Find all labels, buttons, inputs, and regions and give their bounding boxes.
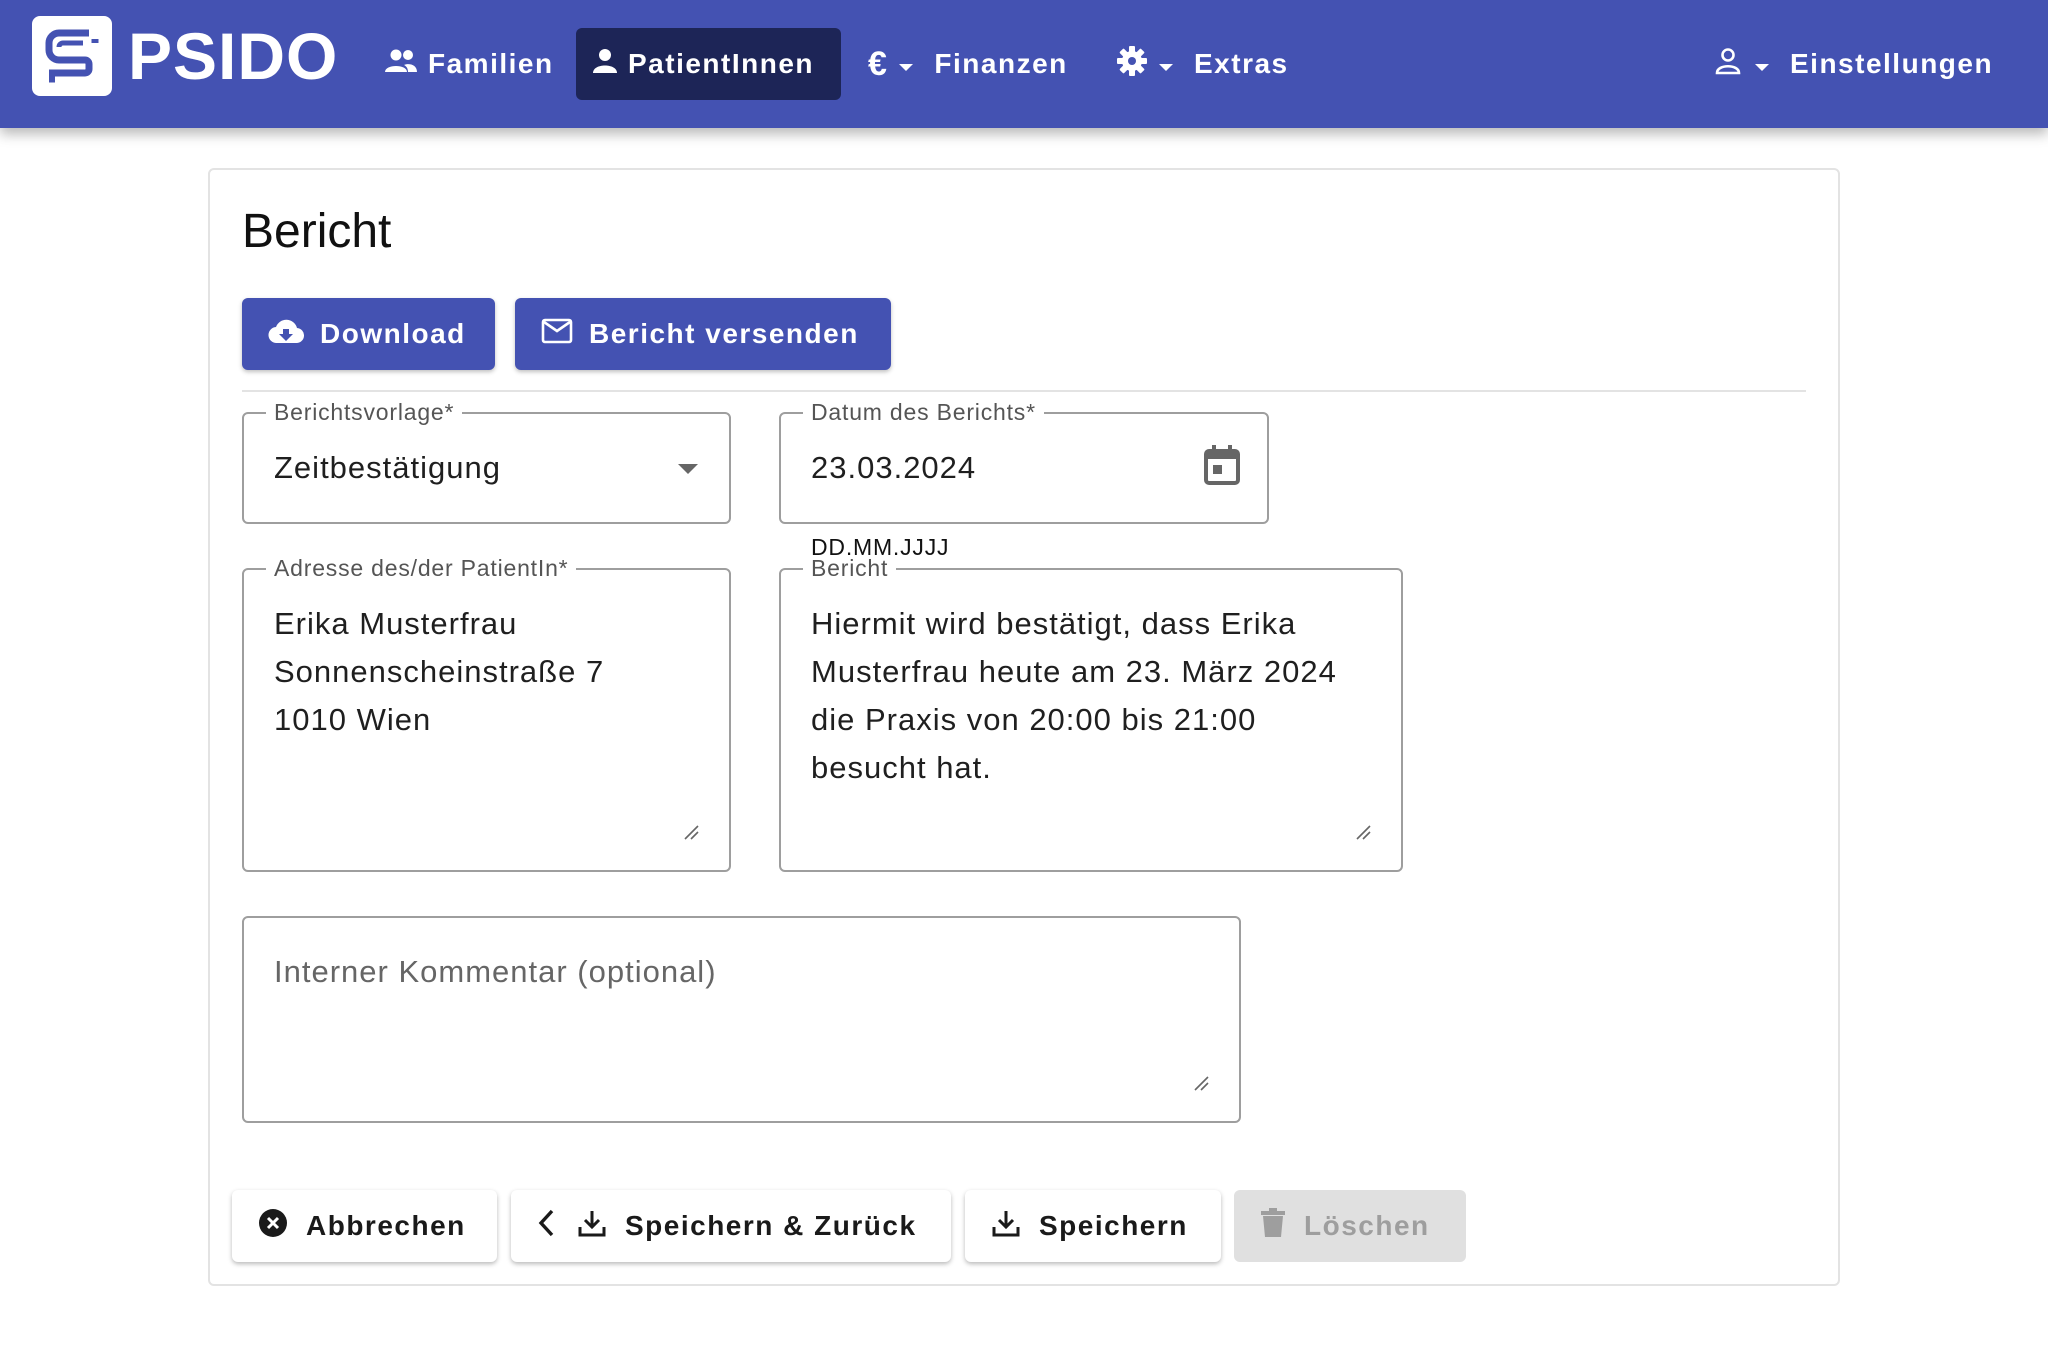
template-value: Zeitbestätigung: [274, 450, 501, 485]
address-label: Adresse des/der PatientIn*: [266, 555, 577, 582]
cancel-label: Abbrechen: [306, 1210, 466, 1241]
nav-item-finanzen[interactable]: € Finanzen: [852, 28, 1084, 100]
nav-label-patientinnen: PatientInnen: [628, 48, 815, 79]
internal-comment-textarea[interactable]: Interner Kommentar (optional): [242, 916, 1241, 1123]
people-icon: [384, 48, 418, 81]
address-textarea[interactable]: Adresse des/der PatientIn* Erika Musterf…: [242, 555, 731, 872]
nav-item-einstellungen[interactable]: Einstellungen: [1698, 28, 2009, 100]
euro-icon: €: [868, 44, 889, 83]
save-button[interactable]: Speichern: [965, 1190, 1221, 1262]
app-logo[interactable]: PSIDO: [32, 16, 338, 96]
calendar-icon[interactable]: [1203, 444, 1241, 491]
address-value: Erika Musterfrau Sonnenscheinstraße 7 10…: [274, 606, 605, 737]
report-textarea[interactable]: Bericht Hiermit wird bestätigt, dass Eri…: [779, 555, 1403, 872]
nav-label-familien: Familien: [428, 48, 554, 79]
report-value: Hiermit wird bestätigt, dass Erika Muste…: [811, 606, 1337, 785]
person-icon: [592, 48, 618, 81]
delete-button[interactable]: Löschen: [1234, 1190, 1466, 1262]
report-label: Bericht: [803, 555, 897, 582]
save-and-back-label: Speichern & Zurück: [625, 1210, 917, 1241]
delete-label: Löschen: [1304, 1210, 1430, 1241]
save-label: Speichern: [1039, 1210, 1188, 1241]
comment-placeholder: Interner Kommentar (optional): [274, 954, 717, 989]
app-name: PSIDO: [128, 19, 339, 93]
cloud-download-icon: [268, 318, 305, 351]
send-report-button[interactable]: Bericht versenden: [515, 298, 891, 370]
trash-icon: [1260, 1207, 1286, 1245]
account-icon: [1714, 47, 1742, 82]
send-report-label: Bericht versenden: [589, 318, 859, 349]
chevron-left-icon: [537, 1209, 555, 1244]
top-navbar: PSIDO Familien PatientInnen € Finanzen E…: [0, 0, 2048, 128]
nav-label-finanzen: Finanzen: [934, 48, 1068, 79]
divider: [242, 390, 1806, 392]
download-label: Download: [320, 318, 466, 349]
template-select[interactable]: Berichtsvorlage* Zeitbestätigung: [242, 399, 731, 524]
date-value: 23.03.2024: [811, 450, 977, 485]
nav-label-einstellungen: Einstellungen: [1790, 48, 1994, 79]
nav-item-extras[interactable]: Extras: [1100, 28, 1305, 100]
logo-icon: [32, 16, 112, 96]
chevron-down-icon: [898, 48, 914, 80]
resize-handle-icon[interactable]: [683, 824, 699, 840]
cancel-button[interactable]: Abbrechen: [232, 1190, 497, 1262]
nav-label-extras: Extras: [1194, 48, 1289, 79]
resize-handle-icon[interactable]: [1193, 1075, 1209, 1091]
date-field[interactable]: Datum des Berichts* 23.03.2024: [779, 399, 1269, 524]
nav-item-patientinnen[interactable]: PatientInnen: [576, 28, 841, 100]
template-label: Berichtsvorlage*: [266, 399, 463, 426]
mail-icon: [541, 318, 573, 351]
cancel-icon: [258, 1208, 288, 1245]
resize-handle-icon[interactable]: [1355, 824, 1371, 840]
gear-icon: [1116, 45, 1148, 84]
save-icon: [577, 1208, 607, 1245]
date-label: Datum des Berichts*: [803, 399, 1044, 426]
dropdown-arrow-icon: [677, 462, 699, 480]
download-button[interactable]: Download: [242, 298, 495, 370]
save-and-back-button[interactable]: Speichern & Zurück: [511, 1190, 951, 1262]
chevron-down-icon: [1754, 48, 1770, 80]
page-title: Bericht: [242, 205, 392, 258]
save-icon: [991, 1208, 1021, 1245]
nav-item-familien[interactable]: Familien: [368, 28, 570, 100]
chevron-down-icon: [1158, 48, 1174, 80]
